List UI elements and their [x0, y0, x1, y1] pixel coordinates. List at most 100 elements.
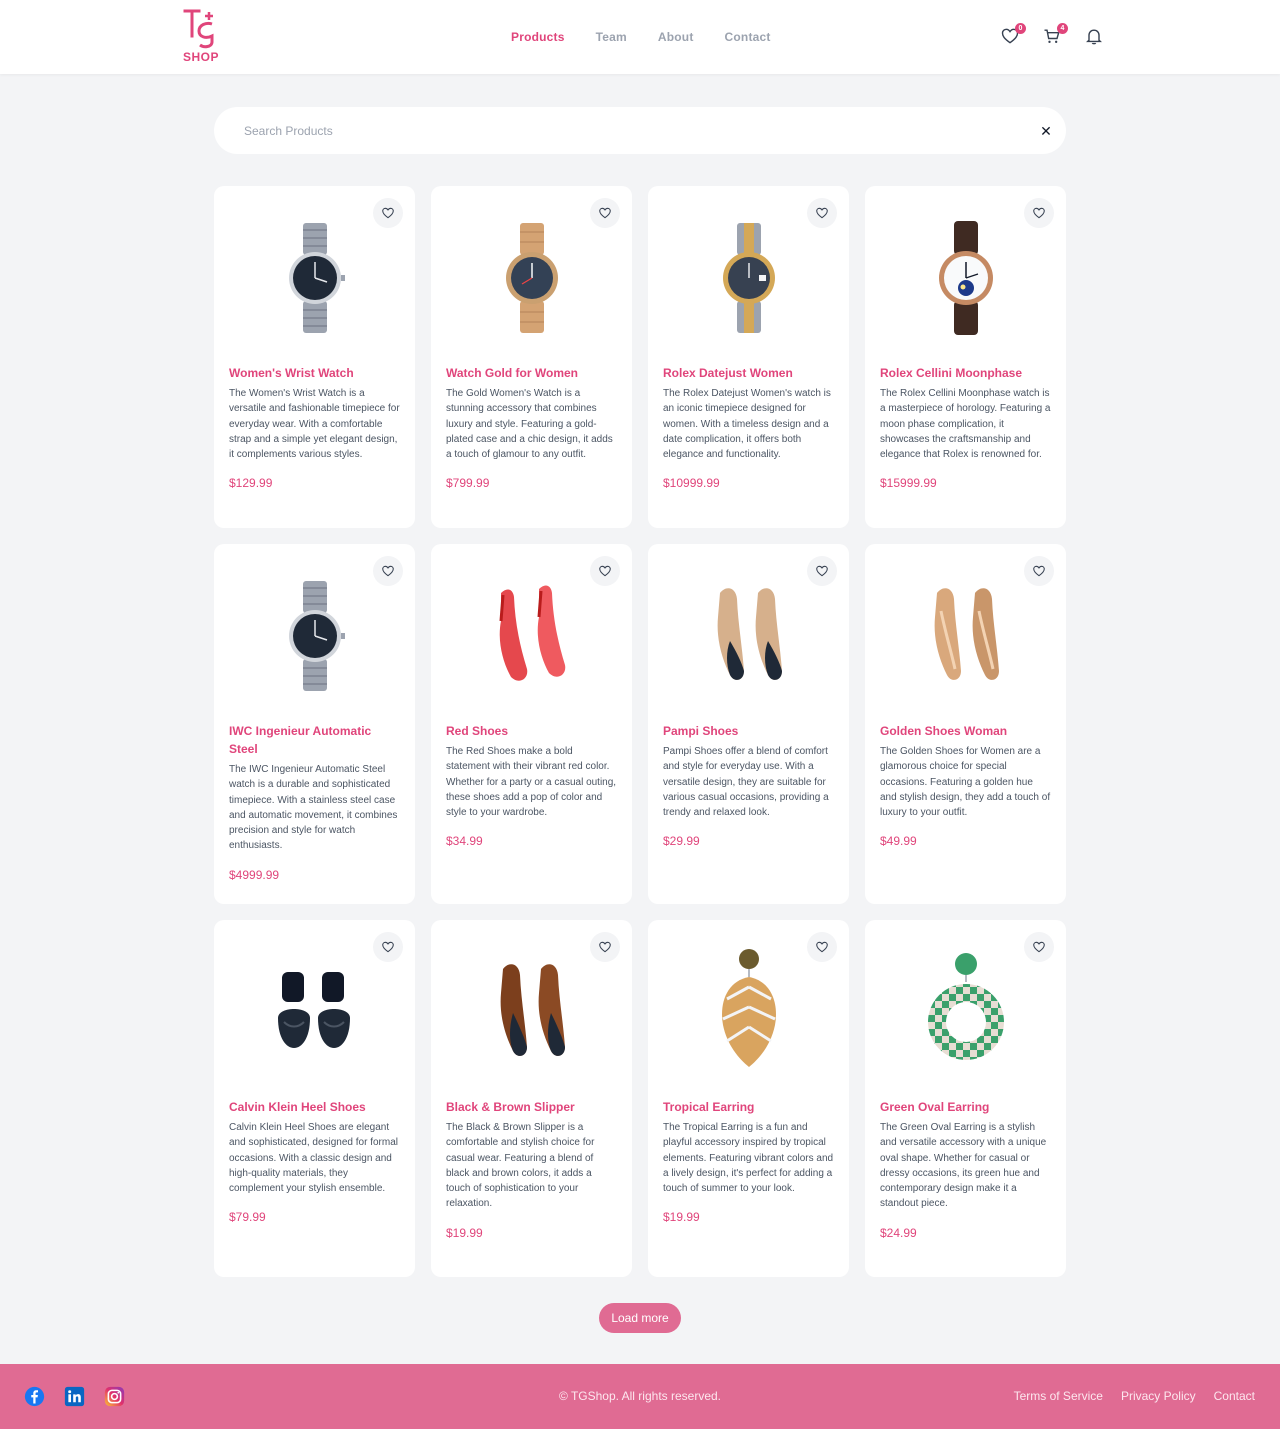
product-name[interactable]: Red Shoes	[446, 722, 617, 740]
product-description: The Rolex Datejust Women's watch is an i…	[663, 388, 831, 461]
heart-icon	[1033, 207, 1045, 219]
product-card[interactable]: Watch Gold for Women The Gold Women's Wa…	[431, 186, 632, 528]
product-image-art	[934, 588, 999, 680]
product-description: The Women's Wrist Watch is a versatile a…	[229, 388, 400, 461]
heart-icon	[1033, 941, 1045, 953]
product-name[interactable]: Rolex Cellini Moonphase	[880, 364, 1051, 382]
heart-icon	[599, 565, 611, 577]
product-image-art	[499, 585, 565, 681]
product-price: $49.99	[880, 834, 917, 849]
product-description: The Gold Women's Watch is a stunning acc…	[446, 388, 613, 461]
product-name[interactable]: Tropical Earring	[663, 1098, 834, 1116]
product-name[interactable]: Calvin Klein Heel Shoes	[229, 1098, 400, 1116]
logo[interactable]: SHOP	[182, 8, 220, 64]
product-price: $19.99	[663, 1210, 700, 1225]
add-to-wishlist-button[interactable]	[590, 932, 620, 962]
search-input[interactable]	[244, 107, 1004, 154]
nav-products[interactable]: Products	[511, 30, 565, 44]
add-to-wishlist-button[interactable]	[373, 198, 403, 228]
product-name[interactable]: Golden Shoes Woman	[880, 722, 1051, 740]
header-actions: 0 4	[1000, 23, 1104, 46]
add-to-wishlist-button[interactable]	[807, 556, 837, 586]
close-icon[interactable]: ✕	[1038, 123, 1054, 139]
nav-team[interactable]: Team	[596, 30, 627, 44]
product-price: $15999.99	[880, 476, 937, 491]
add-to-wishlist-button[interactable]	[373, 932, 403, 962]
product-card[interactable]: Rolex Cellini Moonphase The Rolex Cellin…	[865, 186, 1066, 528]
product-name[interactable]: Green Oval Earring	[880, 1098, 1051, 1116]
product-name[interactable]: Pampi Shoes	[663, 722, 834, 740]
bell-icon	[1086, 29, 1102, 45]
product-image-art	[277, 972, 350, 1048]
product-card[interactable]: Green Oval Earring The Green Oval Earrin…	[865, 920, 1066, 1277]
product-description: The Rolex Cellini Moonphase watch is a m…	[880, 388, 1051, 461]
product-image-art	[500, 964, 565, 1056]
logo-text: SHOP	[182, 50, 219, 64]
product-name[interactable]: IWC Ingenieur Automatic Steel	[229, 722, 400, 758]
add-to-wishlist-button[interactable]	[1024, 198, 1054, 228]
privacy-link[interactable]: Privacy Policy	[1121, 1389, 1196, 1403]
product-description: Calvin Klein Heel Shoes are elegant and …	[229, 1122, 398, 1195]
search-bar: ✕	[214, 107, 1066, 154]
product-name[interactable]: Rolex Datejust Women	[663, 364, 834, 382]
footer-links: Terms of Service Privacy Policy Contact	[1014, 1389, 1255, 1403]
load-more-button[interactable]: Load more	[599, 1303, 681, 1333]
heart-icon	[1033, 565, 1045, 577]
product-price: $29.99	[663, 834, 700, 849]
heart-icon	[599, 207, 611, 219]
product-name[interactable]: Women's Wrist Watch	[229, 364, 400, 382]
site-footer: © TGShop. All rights reserved. Terms of …	[0, 1364, 1280, 1429]
product-image-art	[717, 588, 782, 680]
product-card[interactable]: Tropical Earring The Tropical Earring is…	[648, 920, 849, 1277]
heart-icon	[816, 565, 828, 577]
site-header: SHOP Products Team About Contact 0 4	[0, 0, 1280, 74]
product-card[interactable]: Golden Shoes Woman The Golden Shoes for …	[865, 544, 1066, 904]
product-image-art	[288, 581, 345, 691]
product-card[interactable]: IWC Ingenieur Automatic Steel The IWC In…	[214, 544, 415, 904]
cart-button[interactable]: 4	[1042, 23, 1068, 46]
product-description: The Golden Shoes for Women are a glamoro…	[880, 746, 1051, 819]
product-image-art	[722, 223, 775, 333]
product-card[interactable]: Women's Wrist Watch The Women's Wrist Wa…	[214, 186, 415, 528]
cart-count-badge: 4	[1057, 23, 1068, 34]
product-price: $799.99	[446, 476, 490, 491]
product-image-art	[927, 953, 1004, 1060]
nav-about[interactable]: About	[658, 30, 694, 44]
heart-icon	[816, 941, 828, 953]
product-image-art	[721, 949, 776, 1067]
heart-icon	[599, 941, 611, 953]
product-card[interactable]: Black & Brown Slipper The Black & Brown …	[431, 920, 632, 1277]
nav-contact[interactable]: Contact	[725, 30, 771, 44]
heart-icon	[382, 565, 394, 577]
logo-mark-icon	[183, 9, 214, 49]
add-to-wishlist-button[interactable]	[1024, 556, 1054, 586]
product-card[interactable]: Pampi Shoes Pampi Shoes offer a blend of…	[648, 544, 849, 904]
add-to-wishlist-button[interactable]	[807, 198, 837, 228]
product-card[interactable]: Rolex Datejust Women The Rolex Datejust …	[648, 186, 849, 528]
add-to-wishlist-button[interactable]	[1024, 932, 1054, 962]
add-to-wishlist-button[interactable]	[807, 932, 837, 962]
product-name[interactable]: Watch Gold for Women	[446, 364, 617, 382]
terms-link[interactable]: Terms of Service	[1014, 1389, 1103, 1403]
product-card[interactable]: Red Shoes The Red Shoes make a bold stat…	[431, 544, 632, 904]
product-description: The Black & Brown Slipper is a comfortab…	[446, 1122, 595, 1210]
heart-icon	[816, 207, 828, 219]
product-card[interactable]: Calvin Klein Heel Shoes Calvin Klein Hee…	[214, 920, 415, 1277]
main-nav: Products Team About Contact	[511, 30, 802, 44]
product-price: $24.99	[880, 1225, 917, 1240]
heart-icon	[382, 207, 394, 219]
add-to-wishlist-button[interactable]	[373, 556, 403, 586]
wishlist-count-badge: 0	[1015, 23, 1026, 34]
product-price: $19.99	[446, 1225, 483, 1240]
heart-icon	[382, 941, 394, 953]
add-to-wishlist-button[interactable]	[590, 198, 620, 228]
product-price: $129.99	[229, 476, 273, 491]
wishlist-button[interactable]: 0	[1000, 23, 1026, 46]
product-description: The Red Shoes make a bold statement with…	[446, 746, 617, 819]
footer-contact-link[interactable]: Contact	[1214, 1389, 1255, 1403]
product-grid: Women's Wrist Watch The Women's Wrist Wa…	[214, 186, 1066, 1277]
product-price: $4999.99	[229, 867, 280, 882]
add-to-wishlist-button[interactable]	[590, 556, 620, 586]
notifications-button[interactable]	[1084, 26, 1104, 46]
product-name[interactable]: Black & Brown Slipper	[446, 1098, 617, 1116]
